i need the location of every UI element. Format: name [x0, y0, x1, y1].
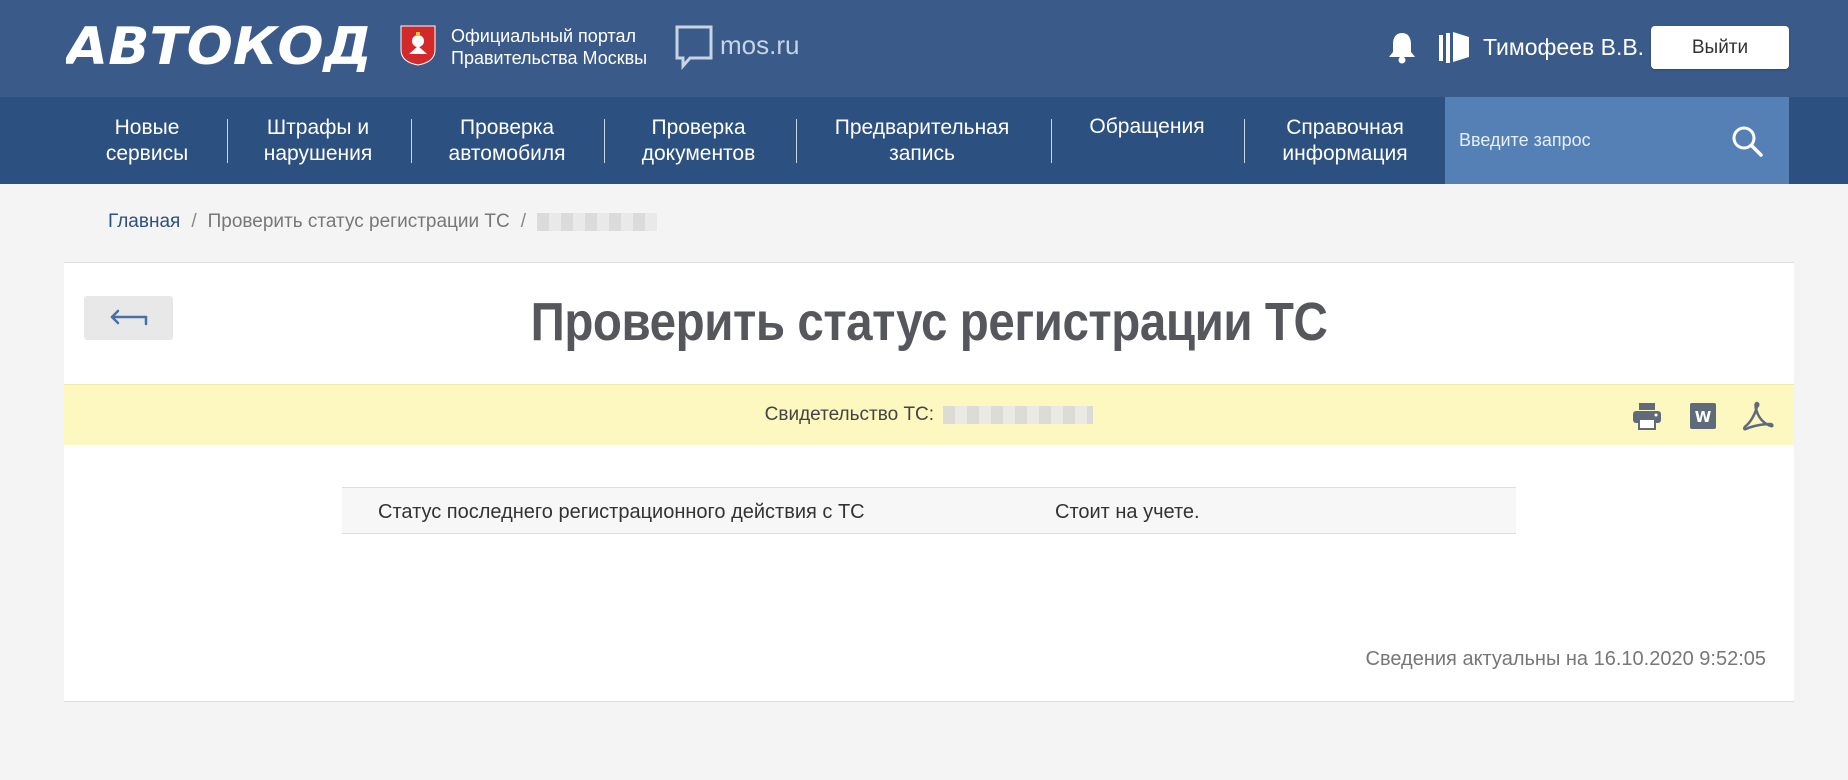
nav-item-check-documents[interactable]: Проверка документов	[630, 97, 767, 184]
info-row-label: Статус последнего регистрационного дейст…	[378, 501, 865, 523]
back-arrow-icon	[110, 309, 148, 326]
print-icon[interactable]	[1631, 401, 1663, 431]
updated-timestamp: Сведения актуальны на 16.10.2020 9:52:05	[1365, 648, 1766, 670]
svg-text:АВТОКОД: АВТОКОД	[66, 18, 372, 72]
speech-bubble-icon	[675, 25, 713, 70]
nav-item-line2: нарушения	[263, 141, 373, 165]
top-header: АВТОКОД Официальный портал Правительства…	[0, 0, 1848, 97]
nav-separator	[1244, 119, 1245, 163]
portal-caption[interactable]: Официальный портал Правительства Москвы	[451, 25, 647, 69]
back-button[interactable]	[84, 296, 173, 340]
logout-button[interactable]: Выйти	[1651, 26, 1789, 69]
nav-item-reference[interactable]: Справочная информация	[1270, 97, 1420, 184]
redacted-text	[537, 213, 658, 231]
certificate-bar: Свидетельство ТС: W	[64, 384, 1794, 445]
nav-separator	[411, 119, 412, 163]
certificate-label: Свидетельство ТС:	[764, 404, 935, 425]
nav-item-new-services[interactable]: Новые сервисы	[90, 97, 204, 184]
pdf-export-icon[interactable]	[1742, 400, 1774, 432]
nav-item-line1: Проверка	[459, 115, 555, 139]
svg-text:W: W	[1695, 408, 1712, 426]
breadcrumb: Главная / Проверить статус регистрации Т…	[108, 211, 658, 233]
portal-line2: Правительства Москвы	[451, 48, 648, 68]
nav-item-fines[interactable]: Штрафы и нарушения	[253, 97, 383, 184]
portal-line1: Официальный портал	[451, 26, 636, 46]
moscow-emblem-icon	[400, 25, 436, 66]
nav-separator	[604, 119, 605, 163]
search-input[interactable]	[1459, 125, 1719, 155]
content-card: Проверить статус регистрации ТС Свидетел…	[64, 262, 1794, 702]
search-box	[1445, 97, 1789, 184]
nav-item-appeals[interactable]: Обращения	[1077, 97, 1217, 184]
mosru-link[interactable]: mos.ru	[674, 24, 799, 70]
breadcrumb-home-link[interactable]: Главная	[108, 211, 180, 233]
avtokod-logo[interactable]: АВТОКОД	[66, 18, 372, 72]
bell-icon[interactable]	[1387, 30, 1417, 64]
user-profile-icon[interactable]	[1437, 30, 1471, 64]
nav-item-line1: Новые	[114, 115, 180, 139]
redacted-certificate-number	[943, 405, 1094, 424]
user-name[interactable]: Тимофеев В.В.	[1483, 34, 1644, 61]
nav-item-line2: автомобиля	[448, 141, 566, 165]
breadcrumb-current[interactable]: Проверить статус регистрации ТС	[208, 211, 510, 233]
info-row-value: Стоит на учете.	[1055, 501, 1200, 523]
nav-item-line2: запись	[889, 141, 955, 165]
breadcrumb-separator: /	[191, 211, 197, 232]
nav-separator	[796, 119, 797, 163]
page-title: Проверить статус регистрации ТС	[530, 292, 1328, 352]
nav-item-line1: Проверка	[651, 115, 746, 139]
nav-item-appointment[interactable]: Предварительная запись	[822, 97, 1022, 184]
nav-separator	[227, 119, 228, 163]
certificate-text: Свидетельство ТС:	[64, 404, 1794, 426]
info-table: Статус последнего регистрационного дейст…	[342, 487, 1516, 534]
nav-item-line1: Обращения	[1089, 115, 1205, 138]
nav-separator	[1051, 119, 1052, 163]
nav-item-line1: Штрафы и	[266, 115, 370, 139]
nav-item-line2: информация	[1282, 141, 1408, 165]
search-icon[interactable]	[1730, 124, 1764, 158]
word-export-icon[interactable]: W	[1689, 402, 1717, 430]
nav-item-line2: документов	[641, 141, 756, 165]
nav-item-line1: Справочная	[1286, 115, 1404, 139]
mosru-text: mos.ru	[720, 30, 800, 60]
nav-item-check-car[interactable]: Проверка автомобиля	[437, 97, 577, 184]
nav-item-line2: сервисы	[105, 141, 189, 165]
breadcrumb-separator: /	[520, 211, 527, 232]
nav-item-line1: Предварительная	[834, 115, 1010, 139]
